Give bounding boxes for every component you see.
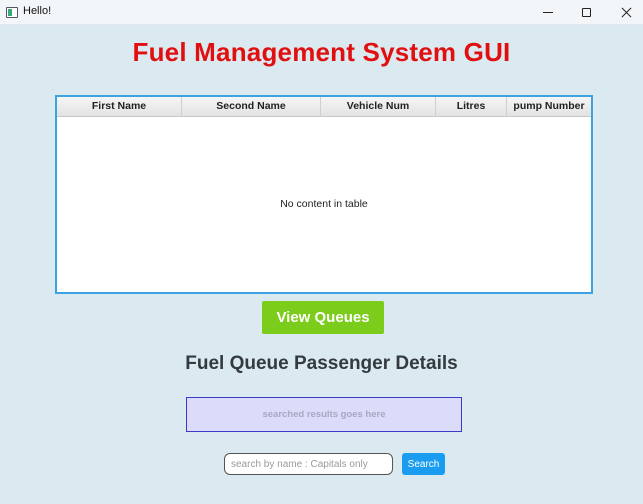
column-header-litres[interactable]: Litres (436, 97, 507, 117)
column-header-vehicle-num[interactable]: Vehicle Num (321, 97, 436, 117)
fuel-queue-table[interactable]: First Name Second Name Vehicle Num Litre… (55, 95, 593, 294)
close-icon (621, 7, 632, 18)
minimize-button[interactable] (528, 0, 568, 25)
column-header-first-name[interactable]: First Name (57, 97, 182, 117)
view-queues-button[interactable]: View Queues (262, 301, 384, 334)
column-header-second-name[interactable]: Second Name (182, 97, 321, 117)
table-header: First Name Second Name Vehicle Num Litre… (57, 97, 591, 117)
section-title: Fuel Queue Passenger Details (185, 353, 458, 374)
search-button[interactable]: Search (402, 453, 445, 475)
page-title: Fuel Management System GUI (132, 37, 511, 67)
maximize-icon (581, 8, 591, 17)
search-input[interactable] (224, 453, 393, 475)
minimize-icon (543, 12, 553, 13)
search-results-box: searched results goes here (186, 397, 462, 432)
app-window-icon (6, 7, 18, 18)
maximize-button[interactable] (566, 0, 606, 25)
table-empty-placeholder: No content in table (280, 198, 368, 210)
window-title-bar: Hello! (0, 0, 643, 25)
window-title: Hello! (23, 5, 52, 17)
close-button[interactable] (606, 0, 643, 25)
column-header-pump-number[interactable]: pump Number (507, 97, 591, 117)
